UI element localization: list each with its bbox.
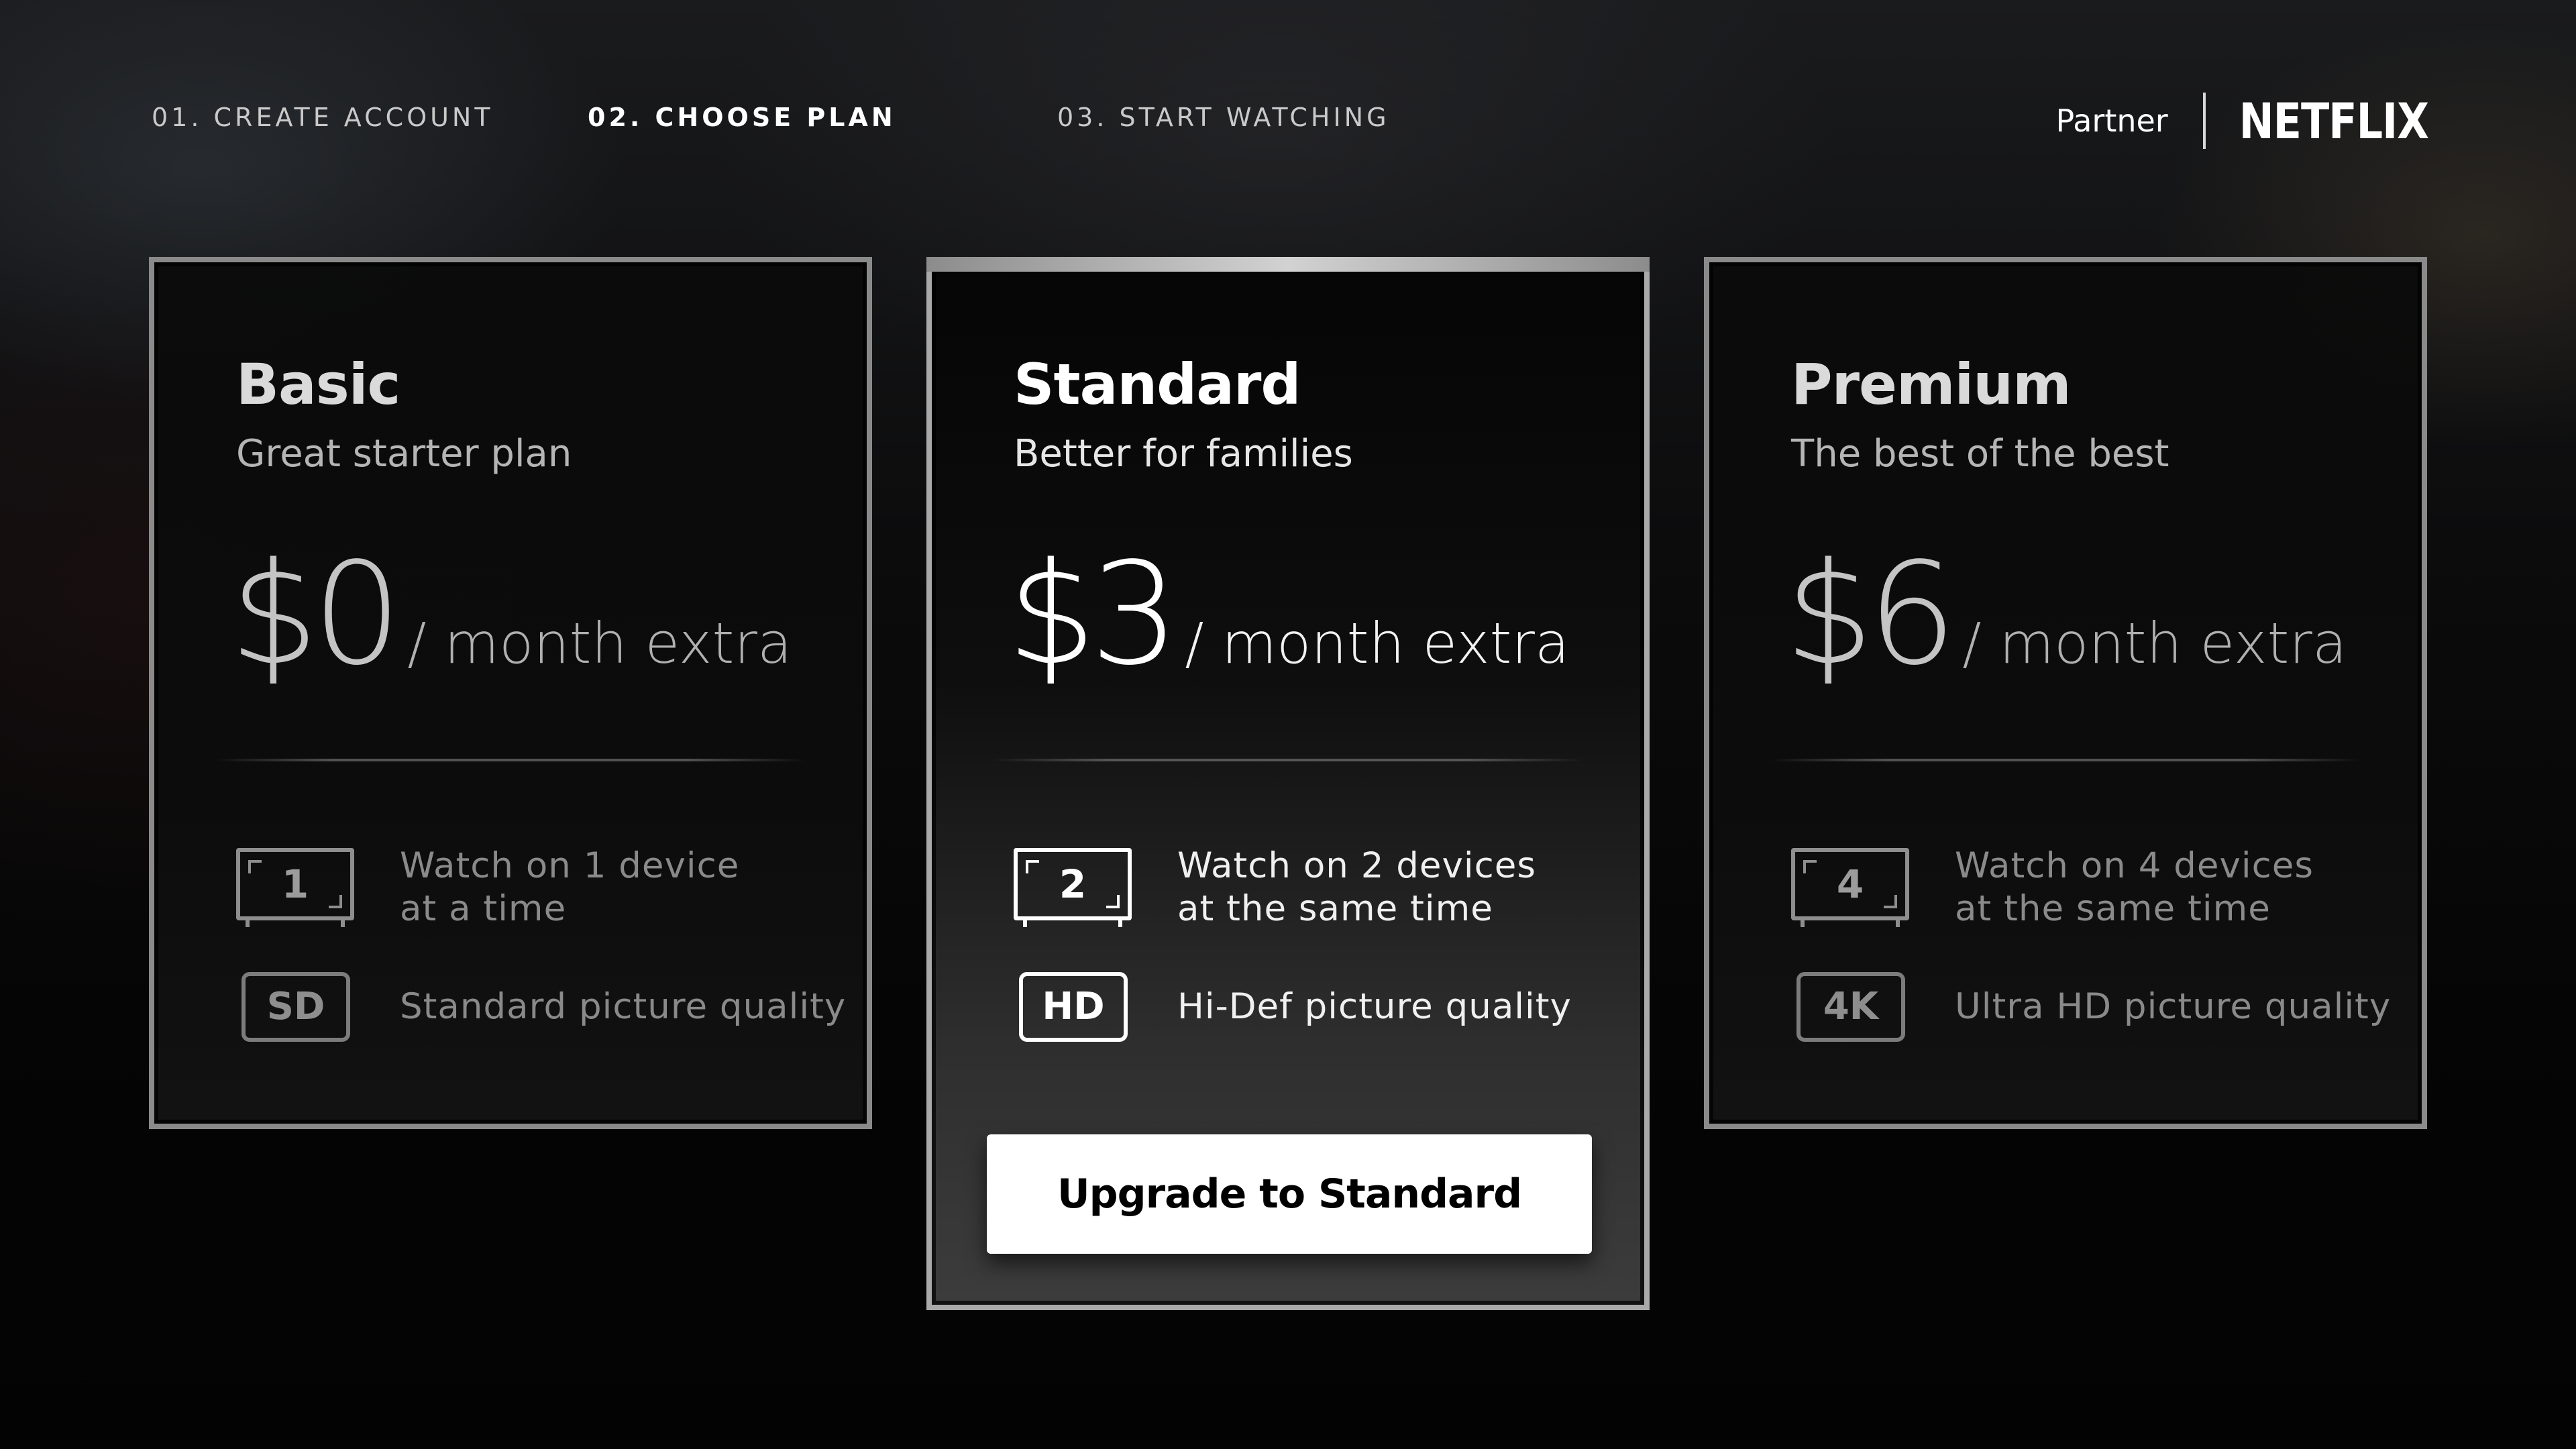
devices-line-2: at the same time: [1955, 888, 2271, 929]
feature-quality: HD Hi-Def picture quality: [1014, 972, 1572, 1042]
tv-icon: 4: [1791, 848, 1909, 927]
plan-card-premium[interactable]: Premium The best of the best $6 / month …: [1704, 257, 2427, 1129]
plan-card-standard[interactable]: Standard Better for families $3 / month …: [926, 257, 1650, 1310]
feature-devices: 4 Watch on 4 devices at the same time: [1791, 845, 2314, 930]
divider: [992, 759, 1584, 761]
devices-line-1: Watch on 1 device: [400, 845, 740, 886]
divider: [1770, 759, 2361, 761]
upgrade-to-standard-button[interactable]: Upgrade to Standard: [987, 1134, 1592, 1254]
plan-name: Standard: [1014, 352, 1301, 417]
plan-price: $3: [1007, 532, 1179, 696]
plan-tagline: The best of the best: [1791, 432, 2169, 476]
partner-label: Partner: [2056, 93, 2206, 149]
netflix-logo: NETFLIX: [2239, 91, 2429, 150]
plan-price-row: $3 / month extra: [1007, 544, 1569, 685]
feature-devices: 1 Watch on 1 device at a time: [236, 845, 739, 930]
tv-icon: 1: [236, 848, 354, 927]
4k-badge-icon: 4K: [1796, 972, 1905, 1042]
devices-line-2: at the same time: [1177, 888, 1493, 929]
feature-quality: SD Standard picture quality: [236, 972, 846, 1042]
plan-name: Premium: [1791, 352, 2072, 417]
devices-line-1: Watch on 4 devices: [1955, 845, 2314, 886]
plan-price-row: $6 / month extra: [1784, 544, 2347, 685]
step-create-account: 01. CREATE ACCOUNT: [152, 103, 494, 132]
signup-steps: 01. CREATE ACCOUNT 02. CHOOSE PLAN 03. S…: [152, 101, 1460, 134]
plan-price: $0: [229, 532, 402, 696]
sd-badge-icon: SD: [241, 972, 350, 1042]
plan-price-suffix: / month extra: [1962, 610, 2347, 676]
devices-text: Watch on 1 device at a time: [400, 845, 739, 930]
feature-quality: 4K Ultra HD picture quality: [1791, 972, 2391, 1042]
hd-badge-icon: HD: [1019, 972, 1128, 1042]
tv-icon: 2: [1014, 848, 1132, 927]
plan-price: $6: [1784, 532, 1957, 696]
quality-text: Hi-Def picture quality: [1177, 986, 1572, 1027]
quality-text: Ultra HD picture quality: [1955, 986, 2392, 1027]
plan-name: Basic: [236, 352, 400, 417]
feature-devices: 2 Watch on 2 devices at the same time: [1014, 845, 1536, 930]
step-start-watching: 03. START WATCHING: [1057, 103, 1390, 132]
device-count: 4: [1836, 861, 1864, 907]
brand-area: Partner NETFLIX: [2056, 91, 2429, 150]
devices-line-1: Watch on 2 devices: [1177, 845, 1536, 886]
plan-tagline: Great starter plan: [236, 432, 572, 476]
plan-tagline: Better for families: [1014, 432, 1353, 476]
plan-card-basic[interactable]: Basic Great starter plan $0 / month extr…: [149, 257, 872, 1129]
quality-text: Standard picture quality: [400, 986, 847, 1027]
device-count: 2: [1059, 861, 1087, 907]
devices-line-2: at a time: [400, 888, 567, 929]
devices-text: Watch on 2 devices at the same time: [1177, 845, 1536, 930]
divider: [215, 759, 806, 761]
plan-price-row: $0 / month extra: [229, 544, 792, 685]
step-choose-plan: 02. CHOOSE PLAN: [588, 103, 896, 132]
devices-text: Watch on 4 devices at the same time: [1955, 845, 2314, 930]
plan-price-suffix: / month extra: [1185, 610, 1570, 676]
plan-price-suffix: / month extra: [407, 610, 792, 676]
device-count: 1: [281, 861, 309, 907]
